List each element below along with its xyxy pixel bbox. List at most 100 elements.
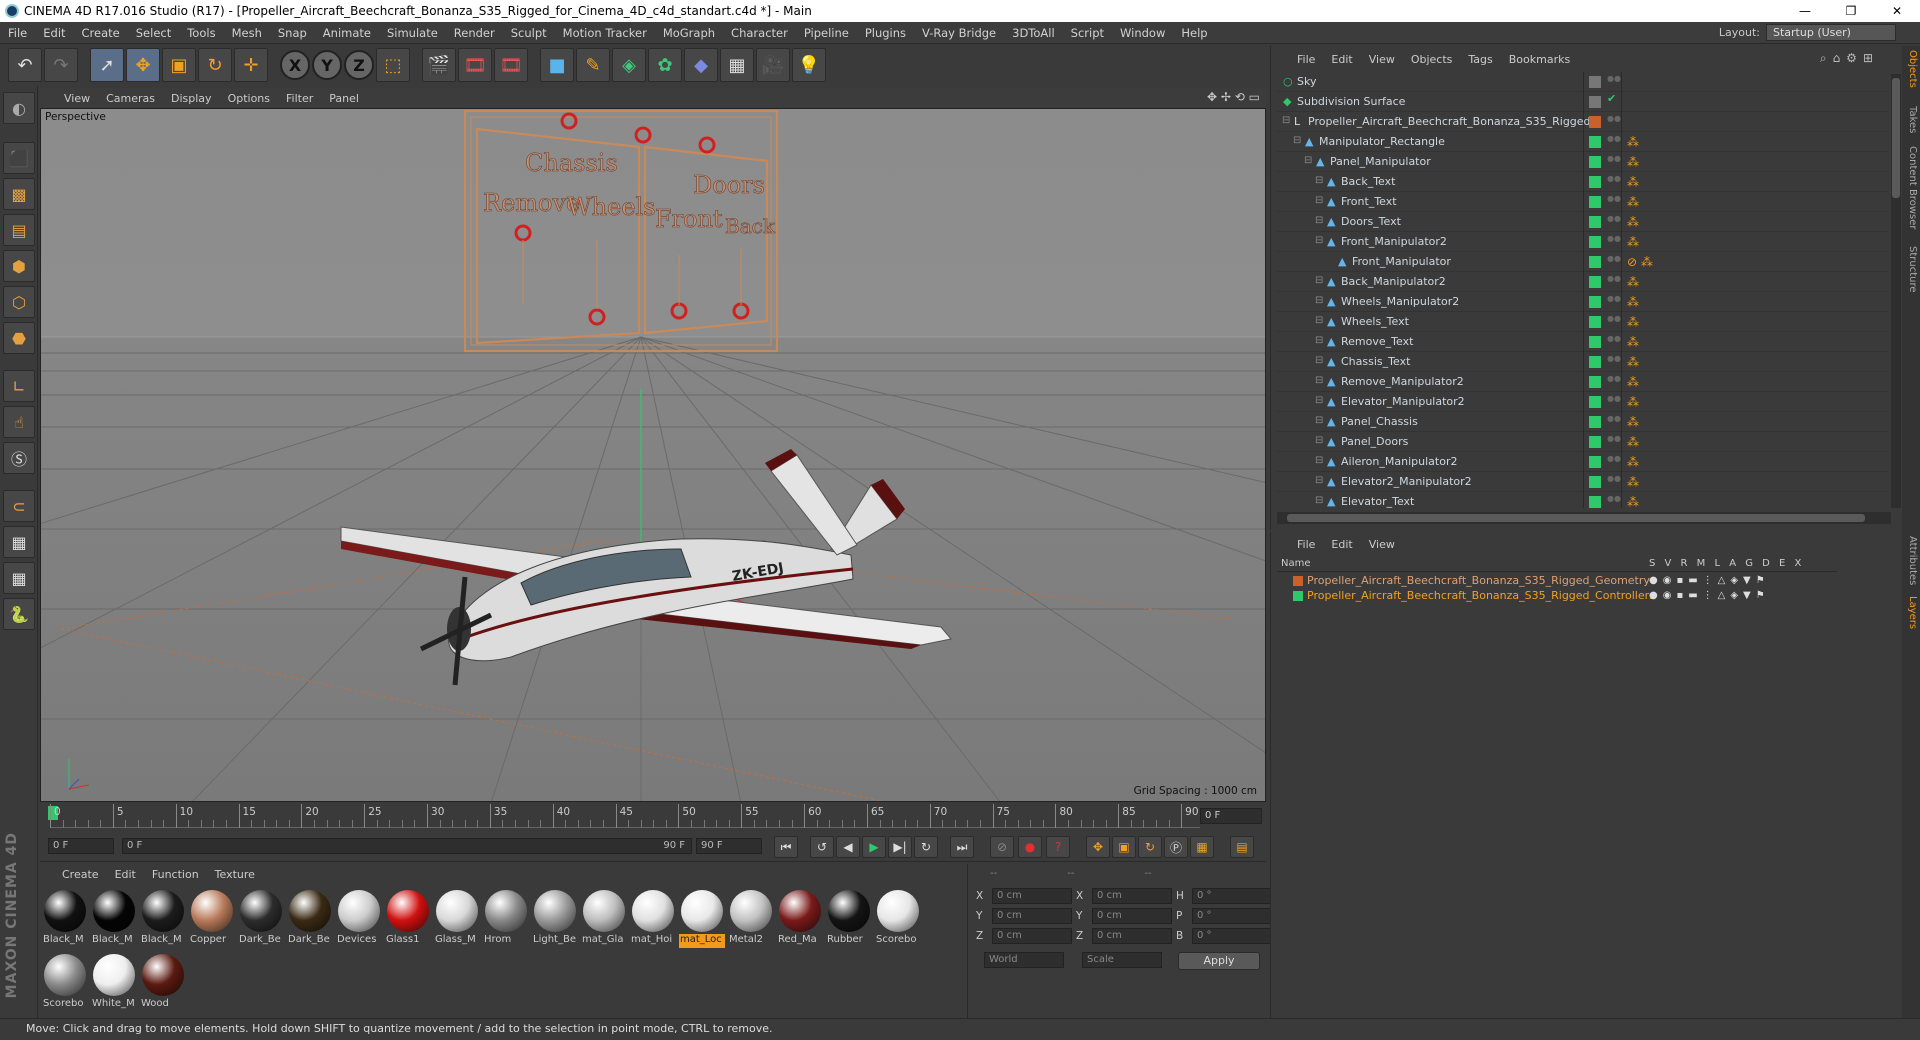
menu-simulate[interactable]: Simulate xyxy=(379,26,446,40)
scale-tool-button[interactable]: ▣ xyxy=(162,48,196,82)
key-pla-button[interactable]: ▦ xyxy=(1190,836,1214,858)
rotate-tool-button[interactable]: ↻ xyxy=(198,48,232,82)
layer-menu-edit[interactable]: Edit xyxy=(1323,538,1360,551)
motion-record-button[interactable]: ⊘ xyxy=(990,836,1014,858)
layer-menu-view[interactable]: View xyxy=(1361,538,1403,551)
expand-toggle-icon[interactable]: ⊟ xyxy=(1315,375,1323,386)
visibility-dots-icon[interactable]: ●● xyxy=(1607,375,1621,383)
visibility-dots-icon[interactable]: ●● xyxy=(1607,435,1621,443)
side-tab-content-browser[interactable]: Content Browser xyxy=(1904,146,1918,229)
subdivision-button[interactable]: ◈ xyxy=(612,48,646,82)
material-swatch[interactable]: mat_Loc xyxy=(679,888,725,950)
go-to-start-button[interactable]: ⏮ xyxy=(774,836,798,858)
key-parameter-button[interactable]: Ⓟ xyxy=(1164,836,1188,858)
object-row[interactable]: ◆ Subdivision Surface ✔ xyxy=(1277,92,1889,112)
menu-help[interactable]: Help xyxy=(1173,26,1215,40)
material-swatch[interactable]: Red_Ma xyxy=(777,888,823,950)
material-menu-create[interactable]: Create xyxy=(54,868,107,881)
render-picture-viewer-button[interactable]: 🎞 xyxy=(458,48,492,82)
viewport-menu-cameras[interactable]: Cameras xyxy=(98,92,163,105)
material-swatch[interactable]: Light_Be xyxy=(532,888,578,950)
coord-value-field[interactable]: 0 cm xyxy=(1092,888,1172,904)
visibility-dots-icon[interactable]: ●● xyxy=(1607,235,1621,243)
coord-value-field[interactable]: 0 cm xyxy=(1092,908,1172,924)
tweak-mode-button[interactable]: ☝ xyxy=(3,406,35,438)
menu-character[interactable]: Character xyxy=(723,26,796,40)
key-position-button[interactable]: ✥ xyxy=(1086,836,1110,858)
material-swatch[interactable]: Black_M xyxy=(91,888,137,950)
xpresso-tag-icon[interactable]: ⁂ xyxy=(1627,395,1639,409)
menu-animate[interactable]: Animate xyxy=(315,26,379,40)
visibility-dots-icon[interactable]: ●● xyxy=(1607,75,1621,83)
coord-value-field[interactable]: 0 cm xyxy=(1092,928,1172,944)
coord-value-field[interactable]: 0 ° xyxy=(1192,928,1272,944)
coord-value-field[interactable]: 0 cm xyxy=(992,908,1072,924)
expand-toggle-icon[interactable]: ⊟ xyxy=(1315,215,1323,226)
visibility-dots-icon[interactable]: ●● xyxy=(1607,395,1621,403)
key-scale-button[interactable]: ▣ xyxy=(1112,836,1136,858)
visibility-dots-icon[interactable]: ●● xyxy=(1607,295,1621,303)
layer-color-icon[interactable] xyxy=(1589,136,1601,148)
menu-tools[interactable]: Tools xyxy=(179,26,223,40)
layer-color-icon[interactable] xyxy=(1589,496,1601,508)
object-menu-edit[interactable]: Edit xyxy=(1323,53,1360,66)
layer-color-icon[interactable] xyxy=(1589,96,1601,108)
object-row[interactable]: ⊟ ▲ Wheels_Text ●● ⁂ xyxy=(1277,312,1889,332)
xpresso-tag-icon[interactable]: ⁂ xyxy=(1627,235,1639,249)
max-frame-field[interactable]: 90 F xyxy=(696,838,762,854)
object-row[interactable]: ⊟ ▲ Doors_Text ●● ⁂ xyxy=(1277,212,1889,232)
edges-mode-button[interactable]: ⬡ xyxy=(3,286,35,318)
floor-button[interactable]: ▦ xyxy=(720,48,754,82)
object-menu-tags[interactable]: Tags xyxy=(1460,53,1500,66)
layer-color-icon[interactable] xyxy=(1589,156,1601,168)
menu-motion-tracker[interactable]: Motion Tracker xyxy=(555,26,655,40)
layer-color-icon[interactable] xyxy=(1589,296,1601,308)
next-key-button[interactable]: ↻ xyxy=(914,836,938,858)
xpresso-tag-icon[interactable]: ⁂ xyxy=(1627,315,1639,329)
visibility-dots-icon[interactable]: ●● xyxy=(1607,135,1621,143)
menu-mesh[interactable]: Mesh xyxy=(224,26,270,40)
coord-value-field[interactable]: 0 ° xyxy=(1192,888,1272,904)
object-menu-bookmarks[interactable]: Bookmarks xyxy=(1501,53,1578,66)
material-swatch[interactable]: Black_M xyxy=(42,888,88,950)
object-row[interactable]: ⊟ ▲ Aileron_Manipulator2 ●● ⁂ xyxy=(1277,452,1889,472)
object-row[interactable]: ⊟ ▲ Elevator_Text ●● ⁂ xyxy=(1277,492,1889,508)
material-menu-texture[interactable]: Texture xyxy=(207,868,263,881)
xpresso-tag-icon[interactable]: ⁂ xyxy=(1627,335,1639,349)
select-tool-button[interactable]: ➚ xyxy=(90,48,124,82)
material-swatch[interactable]: Wood xyxy=(140,952,186,1014)
object-row[interactable]: ⊟ ▲ Front_Manipulator2 ●● ⁂ xyxy=(1277,232,1889,252)
material-swatch[interactable]: Dark_Be xyxy=(287,888,333,950)
undo-button[interactable]: ↶ xyxy=(8,48,42,82)
python-button[interactable]: 🐍 xyxy=(3,598,35,630)
close-button[interactable]: ✕ xyxy=(1874,0,1920,22)
layer-color-icon[interactable] xyxy=(1589,216,1601,228)
layer-color-icon[interactable] xyxy=(1589,256,1601,268)
visibility-dots-icon[interactable]: ●● xyxy=(1607,195,1621,203)
layer-flags-icons[interactable]: ●◉▪▬⋮△◈▼⚑ xyxy=(1649,575,1770,586)
layer-menu-file[interactable]: File xyxy=(1289,538,1323,551)
object-menu-file[interactable]: File xyxy=(1289,53,1323,66)
snap-button[interactable]: Ⓢ xyxy=(3,442,35,474)
visibility-dots-icon[interactable]: ✔ xyxy=(1607,93,1619,104)
material-menu-function[interactable]: Function xyxy=(144,868,207,881)
cloner-button[interactable]: ✿ xyxy=(648,48,682,82)
material-swatch[interactable]: Black_M xyxy=(140,888,186,950)
cube-object-button[interactable]: ■ xyxy=(540,48,574,82)
menu-script[interactable]: Script xyxy=(1063,26,1112,40)
layer-color-icon[interactable] xyxy=(1589,396,1601,408)
menu-snap[interactable]: Snap xyxy=(270,26,315,40)
xpresso-tag-icon[interactable]: ⁂ xyxy=(1627,195,1639,209)
material-swatch[interactable]: Copper xyxy=(189,888,235,950)
coordinate-system-button[interactable]: ⬚ xyxy=(376,48,410,82)
material-swatch[interactable]: Glass_M xyxy=(434,888,480,950)
visibility-dots-icon[interactable]: ●● xyxy=(1607,215,1621,223)
layer-color-icon[interactable] xyxy=(1589,336,1601,348)
record-keyframe-button[interactable]: ● xyxy=(1018,836,1042,858)
layer-color-icon[interactable] xyxy=(1589,176,1601,188)
xpresso-tag-icon[interactable]: ⁂ xyxy=(1627,475,1639,489)
layer-row[interactable]: Propeller_Aircraft_Beechcraft_Bonanza_S3… xyxy=(1277,574,1837,589)
timeline-window-button[interactable]: ▤ xyxy=(1230,836,1254,858)
visibility-dots-icon[interactable]: ●● xyxy=(1607,115,1621,123)
xpresso-tag-icon[interactable]: ⁂ xyxy=(1627,155,1639,169)
